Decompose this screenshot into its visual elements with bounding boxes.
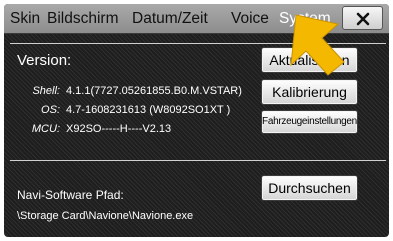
calibrate-button[interactable]: Kalibrierung xyxy=(261,79,358,105)
tab-datum-zeit[interactable]: Datum/Zeit xyxy=(132,10,208,28)
vehicle-settings-button[interactable]: Fahrzeugeinstellungen xyxy=(261,110,358,134)
browse-button[interactable]: Durchsuchen xyxy=(261,175,358,201)
shell-value: 4.1.1(7727.05261855.B0.M.VSTAR) xyxy=(66,85,242,97)
update-button[interactable]: Aktualisieren xyxy=(261,47,358,73)
close-icon xyxy=(356,12,370,26)
tab-bildschirm[interactable]: Bildschirm xyxy=(47,10,118,28)
navi-path-title: Navi-Software Pfad: xyxy=(17,188,124,202)
tab-bar: Skin Bildschirm Datum/Zeit Voice System xyxy=(4,4,389,34)
navi-path-value: \Storage Card\Navione\Navione.exe xyxy=(17,210,194,222)
shell-label: Shell: xyxy=(32,85,60,97)
version-title: Version: xyxy=(17,52,72,69)
mcu-value: X92SO-----H----V2.13 xyxy=(66,123,172,135)
close-button[interactable] xyxy=(342,6,383,30)
divider-bottom xyxy=(10,160,386,161)
os-label: OS: xyxy=(41,104,60,116)
tab-system[interactable]: System xyxy=(279,10,331,28)
tab-voice[interactable]: Voice xyxy=(231,10,269,28)
mcu-label: MCU: xyxy=(31,123,60,135)
tab-skin[interactable]: Skin xyxy=(10,10,40,28)
divider-top xyxy=(10,43,386,44)
head-unit-screen: Skin Bildschirm Datum/Zeit Voice System … xyxy=(0,0,393,241)
os-value: 4.7-1608231613 (W8092SO1XT ) xyxy=(66,104,231,116)
